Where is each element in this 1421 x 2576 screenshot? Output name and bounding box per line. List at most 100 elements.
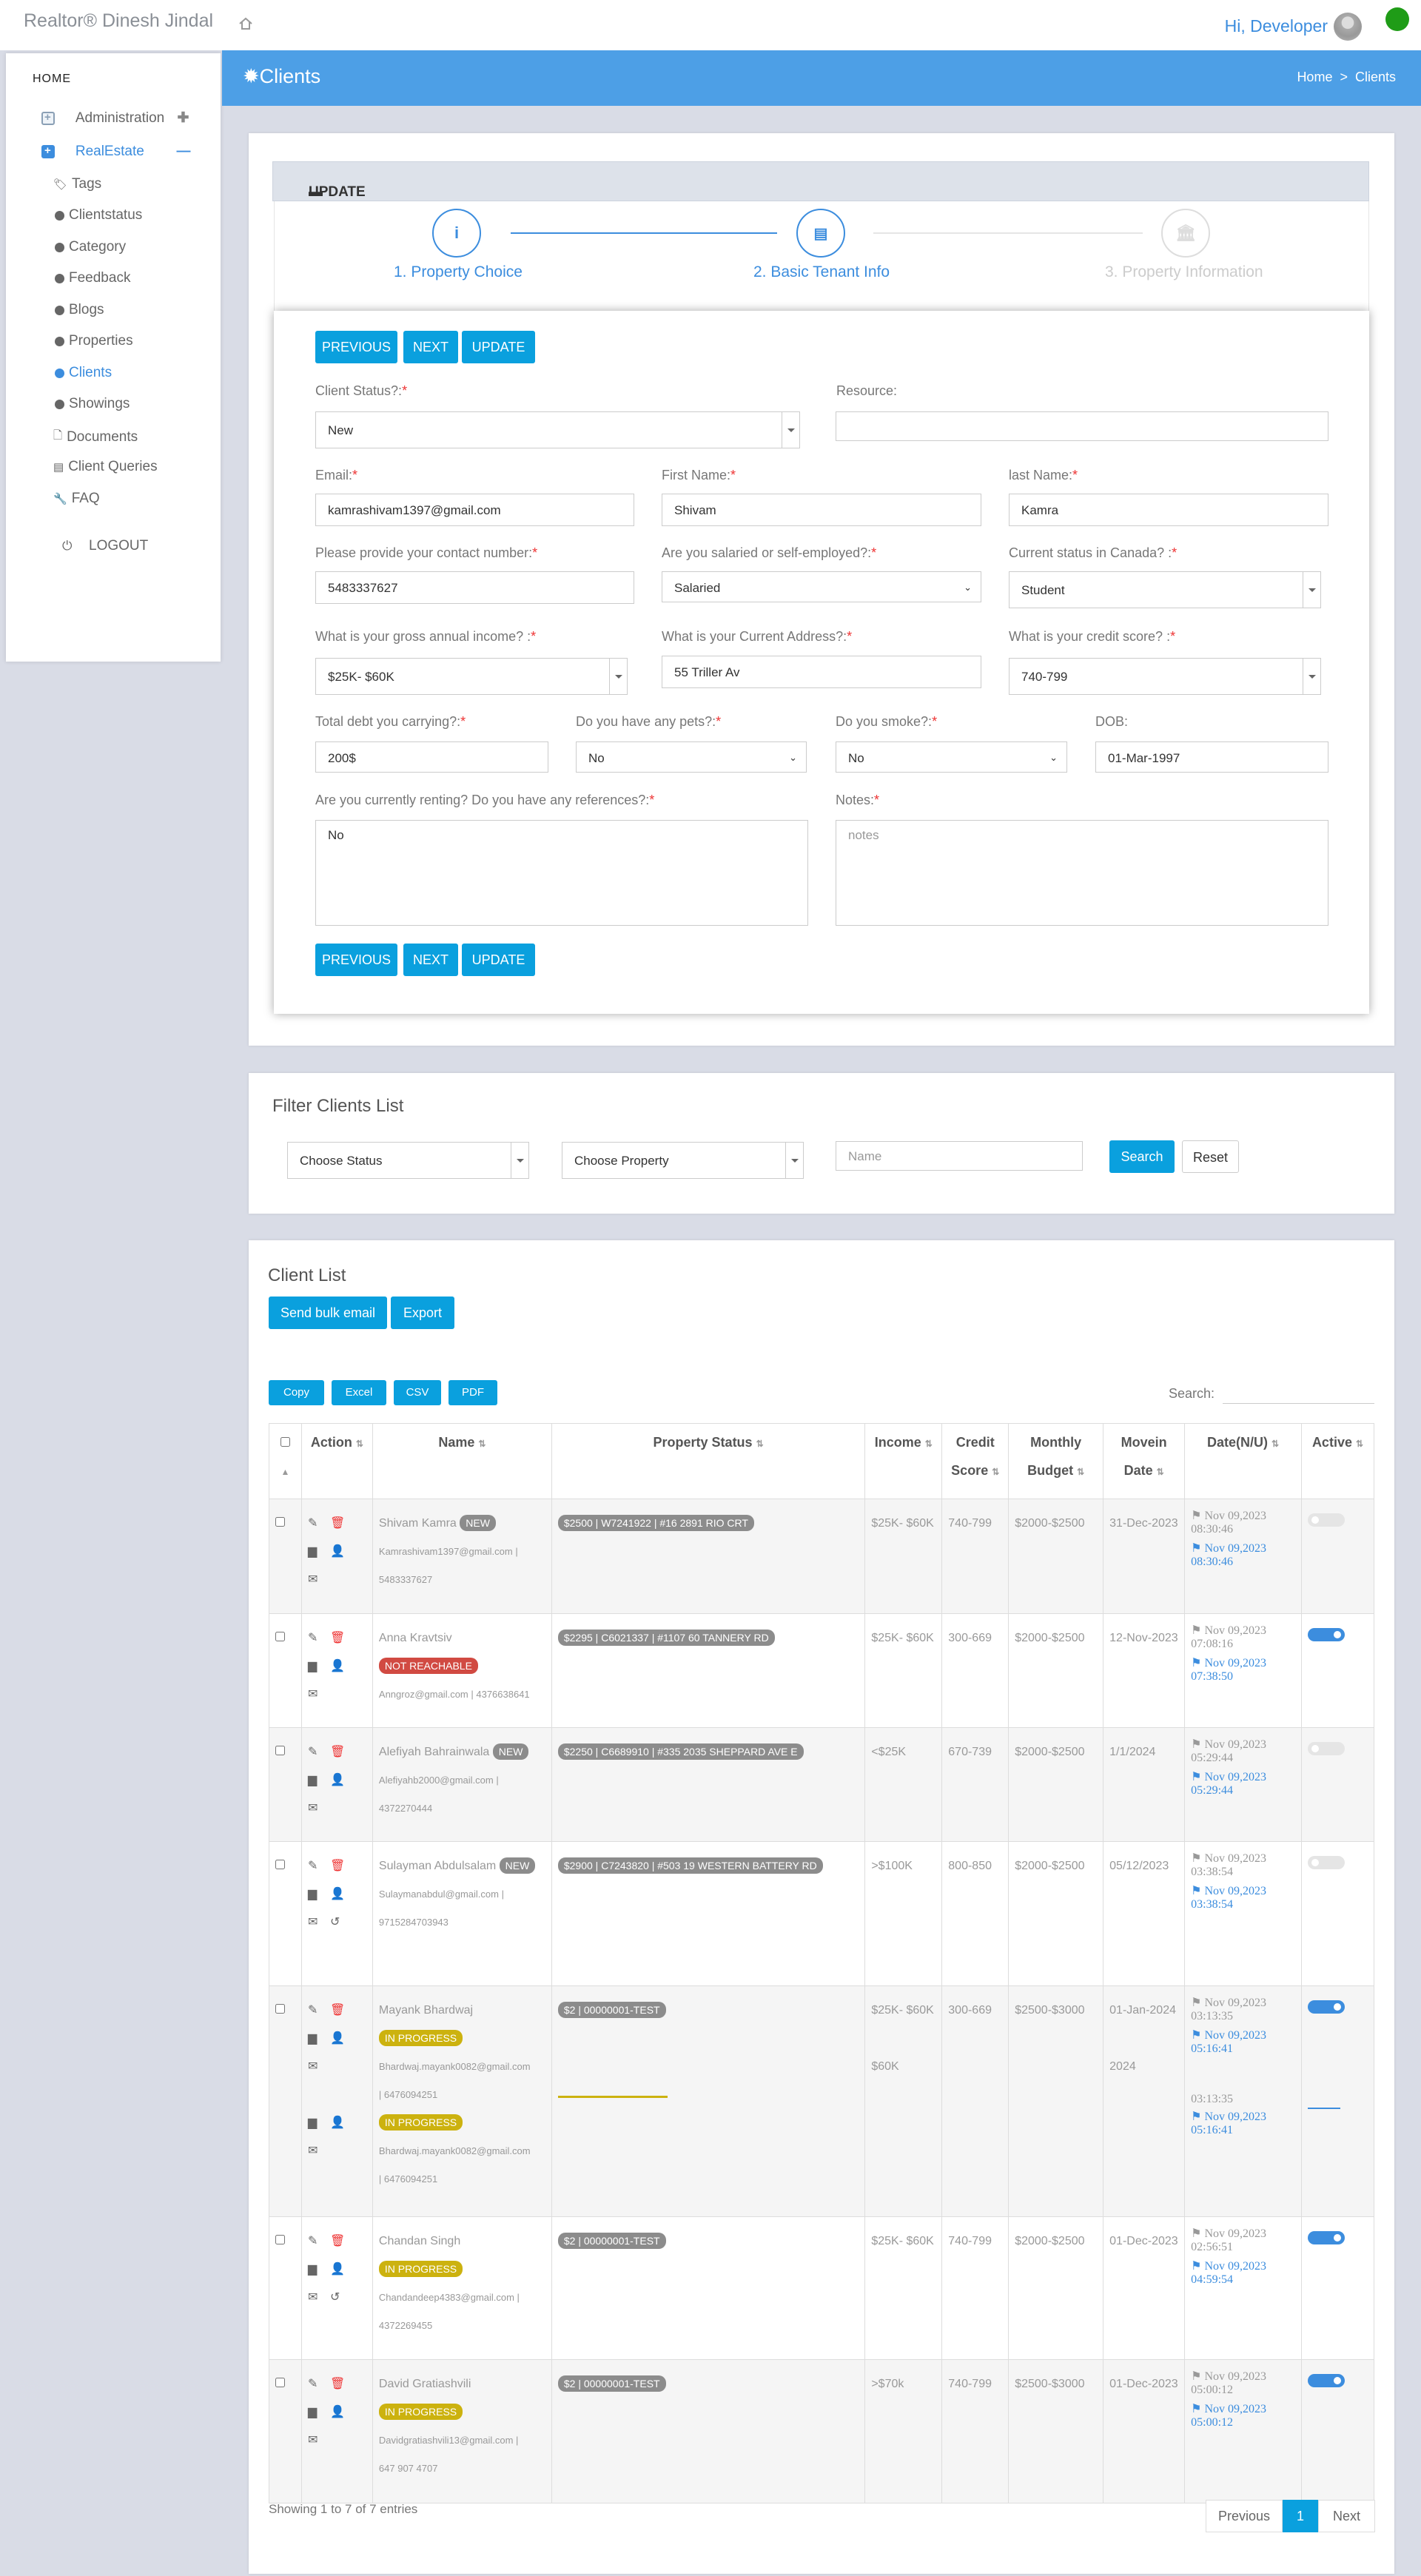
contact-field[interactable]: 5483337627 xyxy=(315,571,634,604)
client-name[interactable]: Chandan Singh xyxy=(379,2235,460,2247)
client-name[interactable]: Sulayman Abdulsalam xyxy=(379,1860,496,1872)
row-select-cell[interactable] xyxy=(269,2359,302,2503)
csv-button[interactable]: CSV xyxy=(394,1380,441,1405)
envelope-icon[interactable]: ✉ xyxy=(308,2145,320,2157)
envelope-icon[interactable]: ✉ xyxy=(308,1688,320,1701)
sidebar-item-blogs[interactable]: Blogs xyxy=(55,302,104,318)
active-toggle[interactable] xyxy=(1307,1628,1345,1641)
trash-icon[interactable]: 🗑 xyxy=(330,1746,345,1758)
file-icon[interactable]: ▆ xyxy=(308,2032,320,2045)
sidebar-item-administration[interactable]: Administration ✚ xyxy=(41,110,189,127)
step-2-icon[interactable]: ▤ xyxy=(796,209,845,258)
sidebar-item-feedback[interactable]: Feedback xyxy=(55,270,130,286)
pagination-page[interactable]: 1 xyxy=(1283,2500,1318,2532)
renting-textarea[interactable]: No xyxy=(315,820,808,926)
previous-button-bottom[interactable]: PREVIOUS xyxy=(315,944,397,976)
previous-button[interactable]: PREVIOUS xyxy=(315,331,397,363)
envelope-icon[interactable]: ✉ xyxy=(308,2291,320,2304)
row-checkbox[interactable] xyxy=(275,1860,285,1869)
resource-input[interactable] xyxy=(836,411,1328,441)
active-toggle[interactable] xyxy=(1307,1742,1345,1755)
active-toggle[interactable] xyxy=(1307,1856,1345,1869)
step-3-label[interactable]: 3. Property Information xyxy=(1105,263,1263,281)
sidebar-home[interactable]: HOME xyxy=(33,73,71,86)
credit-select[interactable]: 740-799 xyxy=(1009,658,1321,695)
copy-button[interactable]: Copy xyxy=(269,1380,324,1405)
filter-name-input[interactable]: Name xyxy=(836,1141,1083,1171)
edit-icon[interactable]: ✎ xyxy=(308,2004,320,2017)
edit-icon[interactable]: ✎ xyxy=(308,2235,320,2247)
user-icon[interactable]: 👤 xyxy=(330,1888,345,1900)
client-status-select[interactable]: New xyxy=(315,411,800,448)
next-button[interactable]: NEXT xyxy=(403,331,458,363)
edit-icon[interactable]: ✎ xyxy=(308,2378,320,2390)
user-icon[interactable]: 👤 xyxy=(330,2116,345,2129)
col-income[interactable]: Income ⇅ xyxy=(864,1423,943,1499)
notes-textarea[interactable]: notes xyxy=(836,820,1328,926)
envelope-icon[interactable]: ✉ xyxy=(308,2060,320,2073)
user-greeting[interactable]: Hi, Developer xyxy=(1225,16,1328,36)
col-active[interactable]: Active ⇅ xyxy=(1300,1423,1375,1499)
col-name[interactable]: Name ⇅ xyxy=(372,1423,552,1499)
client-name[interactable]: Shivam Kamra xyxy=(379,1517,457,1530)
step-1-icon[interactable]: i xyxy=(432,209,481,258)
envelope-icon[interactable]: ✉ xyxy=(308,2434,320,2446)
sidebar-item-tags[interactable]: 🏷 Tags xyxy=(53,176,101,192)
client-name[interactable]: David Gratiashvili xyxy=(379,2378,471,2390)
sidebar-item-category[interactable]: Category xyxy=(55,239,126,255)
update-button-bottom[interactable]: UPDATE xyxy=(462,944,535,976)
active-toggle[interactable] xyxy=(1307,2374,1345,2387)
filter-status-select[interactable]: Choose Status xyxy=(287,1142,529,1179)
sidebar-item-client-queries[interactable]: ▤ Client Queries xyxy=(53,459,158,475)
envelope-icon[interactable]: ✉ xyxy=(308,1802,320,1815)
sidebar-item-realestate[interactable]: RealEstate — xyxy=(41,144,190,160)
envelope-icon[interactable]: ✉ xyxy=(308,1916,320,1928)
breadcrumb-home[interactable]: Home xyxy=(1297,70,1332,84)
pagination-next[interactable]: Next xyxy=(1318,2500,1375,2532)
reset-button[interactable]: Reset xyxy=(1182,1140,1239,1173)
col-property-status[interactable]: Property Status ⇅ xyxy=(551,1423,866,1499)
col-action[interactable]: Action ⇅ xyxy=(300,1423,373,1499)
file-icon[interactable]: ▆ xyxy=(308,2116,320,2129)
row-select-cell[interactable] xyxy=(269,1499,302,1614)
home-icon[interactable] xyxy=(238,16,253,31)
row-select-cell[interactable] xyxy=(269,1613,302,1728)
salaried-select[interactable]: Salaried ⌄ xyxy=(662,571,981,602)
filter-property-select[interactable]: Choose Property xyxy=(562,1142,804,1179)
brand[interactable]: Realtor® Dinesh Jindal xyxy=(24,10,213,32)
export-button[interactable]: Export xyxy=(391,1297,454,1329)
smoke-select[interactable]: No ⌄ xyxy=(836,741,1067,773)
col-date[interactable]: Date(N/U) ⇅ xyxy=(1184,1423,1302,1499)
edit-icon[interactable]: ✎ xyxy=(308,1860,320,1872)
select-all-checkbox[interactable] xyxy=(280,1437,290,1447)
avatar[interactable] xyxy=(1334,13,1362,41)
send-bulk-email-button[interactable]: Send bulk email xyxy=(269,1297,387,1329)
file-icon[interactable]: ▆ xyxy=(308,1660,320,1672)
row-checkbox[interactable] xyxy=(275,1746,285,1755)
sidebar-item-clientstatus[interactable]: Clientstatus xyxy=(55,207,142,223)
col-movein[interactable]: Movein Date ⇅ xyxy=(1103,1423,1186,1499)
table-search-input[interactable] xyxy=(1223,1403,1374,1404)
sidebar-item-faq[interactable]: 🔧 FAQ xyxy=(53,491,100,507)
edit-icon[interactable]: ✎ xyxy=(308,1746,320,1758)
row-checkbox[interactable] xyxy=(275,2378,285,2387)
active-toggle[interactable] xyxy=(1307,2231,1345,2244)
row-checkbox[interactable] xyxy=(275,1632,285,1641)
update-button[interactable]: UPDATE xyxy=(462,331,535,363)
row-select-cell[interactable] xyxy=(269,2216,302,2360)
sidebar-logout[interactable]: ⏻ LOGOUT xyxy=(62,538,148,554)
user-icon[interactable]: 👤 xyxy=(330,1545,345,1558)
row-checkbox[interactable] xyxy=(275,2004,285,2014)
file-icon[interactable]: ▆ xyxy=(308,1888,320,1900)
file-icon[interactable]: ▆ xyxy=(308,2263,320,2276)
trash-icon[interactable]: 🗑 xyxy=(330,2004,345,2017)
sidebar-item-clients[interactable]: Clients xyxy=(55,365,112,381)
edit-icon[interactable]: ✎ xyxy=(308,1632,320,1644)
canada-status-select[interactable]: Student xyxy=(1009,571,1321,608)
pets-select[interactable]: No ⌄ xyxy=(576,741,807,773)
trash-icon[interactable]: 🗑 xyxy=(330,2235,345,2247)
history-icon[interactable]: ↺ xyxy=(330,2291,342,2304)
row-select-cell[interactable] xyxy=(269,1841,302,1986)
history-icon[interactable]: ↺ xyxy=(330,1916,342,1928)
row-select-cell[interactable] xyxy=(269,1727,302,1842)
